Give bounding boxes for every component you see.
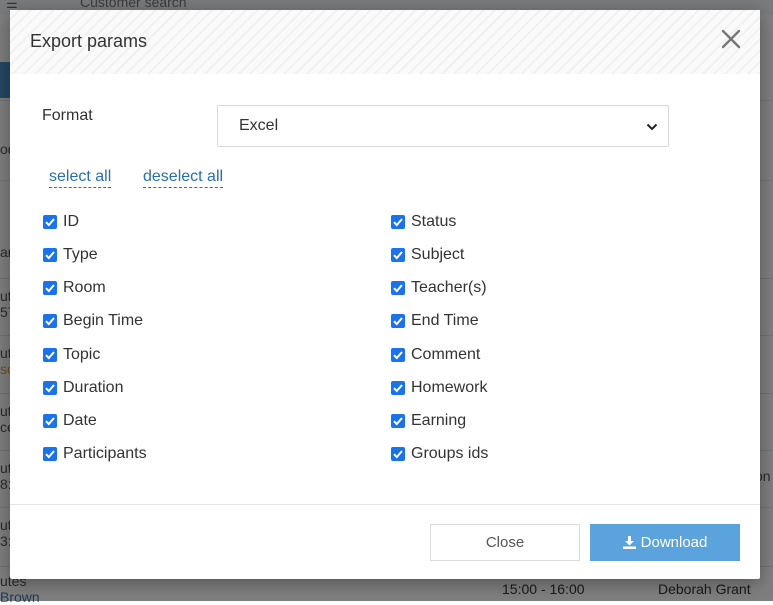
field-label: Type: [63, 246, 98, 263]
export-params-modal: Export params Format Excel select all de…: [10, 10, 760, 579]
field-checkbox[interactable]: [43, 381, 57, 395]
field-checkbox[interactable]: [391, 381, 405, 395]
field-label: End Time: [411, 312, 479, 329]
field-option[interactable]: Participants: [43, 444, 147, 464]
close-button[interactable]: Close: [430, 524, 580, 561]
download-icon: [622, 536, 636, 549]
field-checkbox[interactable]: [391, 215, 405, 229]
field-label: ID: [63, 213, 79, 230]
field-checkbox[interactable]: [43, 215, 57, 229]
field-checkbox[interactable]: [43, 281, 57, 295]
field-option[interactable]: ID: [43, 212, 79, 232]
field-checkbox[interactable]: [391, 248, 405, 262]
field-option[interactable]: Groups ids: [391, 444, 488, 464]
field-option[interactable]: End Time: [391, 311, 479, 331]
field-option[interactable]: Homework: [391, 378, 487, 398]
field-checkbox[interactable]: [43, 414, 57, 428]
field-label: Duration: [63, 379, 124, 396]
field-label: Begin Time: [63, 312, 144, 329]
field-label: Date: [63, 412, 97, 429]
field-label: Comment: [411, 346, 481, 363]
field-checkbox[interactable]: [43, 447, 57, 461]
field-option[interactable]: Topic: [43, 345, 100, 365]
format-selected-value: Excel: [239, 117, 279, 134]
deselect-all-link[interactable]: deselect all: [143, 168, 224, 188]
field-option[interactable]: Room: [43, 278, 106, 298]
field-option[interactable]: Date: [43, 411, 97, 431]
field-label: Homework: [411, 379, 488, 396]
field-checkbox[interactable]: [391, 414, 405, 428]
modal-title: Export params: [30, 31, 148, 51]
select-all-link[interactable]: select all: [49, 168, 112, 188]
field-checkbox[interactable]: [391, 314, 405, 328]
download-button[interactable]: Download: [590, 524, 740, 561]
field-label: Groups ids: [411, 445, 489, 462]
footer-divider: [10, 504, 760, 505]
field-label: Earning: [411, 412, 467, 429]
field-option[interactable]: Earning: [391, 411, 466, 431]
field-option[interactable]: Teacher(s): [391, 278, 487, 298]
modal-header: Export params: [10, 10, 760, 74]
format-select[interactable]: Excel: [217, 105, 669, 147]
field-label: Subject: [411, 246, 465, 263]
field-option[interactable]: Status: [391, 212, 456, 232]
field-label: Participants: [63, 445, 147, 462]
format-label: Format: [42, 107, 93, 124]
field-checkbox[interactable]: [43, 248, 57, 262]
field-label: Room: [63, 279, 106, 296]
download-label: Download: [640, 534, 708, 551]
field-checkbox[interactable]: [391, 281, 405, 295]
field-option[interactable]: Subject: [391, 245, 464, 265]
field-label: Topic: [63, 346, 101, 363]
field-option[interactable]: Begin Time: [43, 311, 143, 331]
field-checkbox[interactable]: [391, 348, 405, 362]
field-checkbox[interactable]: [391, 447, 405, 461]
field-option[interactable]: Type: [43, 245, 98, 265]
field-label: Status: [411, 213, 457, 230]
field-option[interactable]: Comment: [391, 345, 480, 365]
field-label: Teacher(s): [411, 279, 487, 296]
chevron-down-icon: [646, 120, 658, 138]
close-icon[interactable]: [720, 28, 742, 50]
field-checkbox[interactable]: [43, 348, 57, 362]
field-option[interactable]: Duration: [43, 378, 123, 398]
field-checkbox[interactable]: [43, 314, 57, 328]
